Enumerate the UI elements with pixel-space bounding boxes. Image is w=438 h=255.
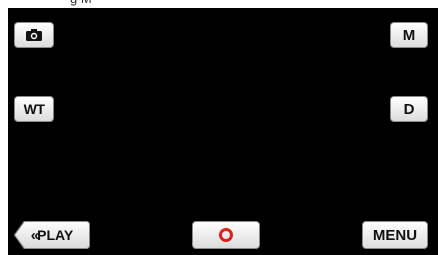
display-button[interactable]: D: [390, 96, 428, 122]
zoom-button[interactable]: WT: [14, 96, 54, 122]
play-button[interactable]: « PLAY: [14, 221, 90, 249]
manual-mode-button[interactable]: M: [390, 22, 428, 48]
still-image-mode-button[interactable]: [14, 22, 54, 48]
double-chevron-left-icon: «: [30, 226, 40, 244]
camera-icon: [26, 29, 42, 41]
record-icon: [219, 228, 233, 242]
play-button-label: PLAY: [37, 227, 74, 243]
record-button[interactable]: [192, 221, 260, 249]
top-strip: g M: [0, 0, 438, 8]
camera-touch-screen: [8, 8, 438, 255]
menu-button[interactable]: MENU: [362, 221, 428, 249]
clipped-header-text: g M: [70, 0, 92, 6]
